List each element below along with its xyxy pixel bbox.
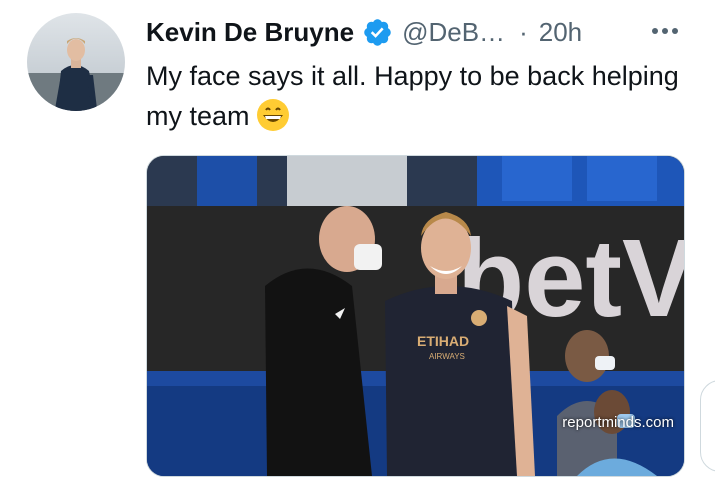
tweet-header: Kevin De Bruyne @DeB… · 20h [146, 12, 582, 52]
author-handle[interactable]: @DeB… [402, 17, 505, 48]
author-name[interactable]: Kevin De Bruyne [146, 17, 354, 48]
avatar[interactable] [27, 13, 125, 111]
sponsor-subtext: AIRWAYS [429, 352, 465, 361]
timestamp[interactable]: 20h [539, 17, 582, 48]
tweet-media-photo[interactable]: betV ETIHAD AIRWAYS reportminds.com [146, 155, 685, 477]
next-card-edge [700, 380, 715, 472]
grinning-face-emoji-icon [256, 98, 290, 143]
more-options-icon[interactable] [650, 20, 680, 42]
avatar-photo [27, 38, 125, 111]
separator-dot: · [519, 16, 528, 47]
tweet-text: My face says it all. Happy to be back he… [146, 56, 686, 143]
sponsor-text: ETIHAD [417, 333, 469, 349]
tweet-text-content: My face says it all. Happy to be back he… [146, 61, 679, 131]
verified-badge-icon [362, 17, 393, 48]
watermark: reportminds.com [562, 414, 674, 431]
